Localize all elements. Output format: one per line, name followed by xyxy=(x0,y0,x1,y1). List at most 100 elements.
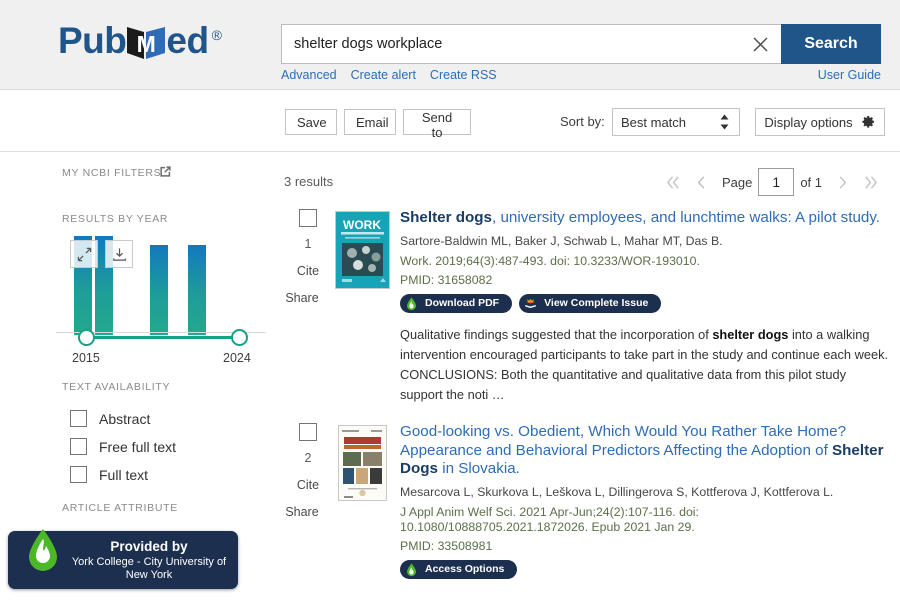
create-alert-link[interactable]: Create alert xyxy=(351,68,416,82)
result-body: Shelter dogs, university employees, and … xyxy=(400,209,890,405)
result-select-column: 2 Cite Share xyxy=(284,423,332,519)
search-bar: Search xyxy=(281,24,881,64)
access-options-button[interactable]: Access Options xyxy=(400,559,518,579)
filter-free-full-text[interactable]: Free full text xyxy=(70,438,176,455)
result-select-column: 1 Cite Share xyxy=(284,209,332,305)
green-drop-icon xyxy=(404,561,419,577)
chart-bar xyxy=(188,245,206,335)
year-range-track xyxy=(84,336,239,339)
close-icon xyxy=(753,37,767,51)
filter-label-free-full-text: Free full text xyxy=(99,438,177,455)
result-authors[interactable]: Sartore-Baldwin ML, Baker J, Schwab L, M… xyxy=(400,234,890,249)
email-button[interactable]: Email xyxy=(344,109,396,135)
result-index: 1 xyxy=(304,237,312,251)
next-page-button[interactable] xyxy=(828,168,856,196)
snippet-part1: Qualitative findings suggested that the … xyxy=(400,326,713,342)
chevron-left-icon xyxy=(698,175,705,189)
my-ncbi-filters-title: MY NCBI FILTERS xyxy=(62,167,162,179)
result-title-pre: Good-looking vs. Obedient, Which Would Y… xyxy=(400,423,847,459)
advanced-link[interactable]: Advanced xyxy=(281,68,337,82)
chart-year-start-label: 2015 xyxy=(72,351,100,365)
provided-by-text: Provided by York College - City Universi… xyxy=(66,539,232,582)
text-availability-title: TEXT AVAILABILITY xyxy=(62,381,171,393)
cite-button[interactable]: Cite xyxy=(284,478,332,492)
cite-button[interactable]: Cite xyxy=(284,264,332,278)
last-page-button[interactable] xyxy=(856,168,884,196)
filter-label-abstract: Abstract xyxy=(99,410,151,427)
year-range-handle-start[interactable] xyxy=(78,329,95,346)
access-options-label: Access Options xyxy=(425,563,505,575)
year-range-handle-end[interactable] xyxy=(231,329,248,346)
result-snippet: Qualitative findings suggested that the … xyxy=(400,325,890,405)
result-pmid: PMID: 33508981 xyxy=(400,538,493,553)
journal-cover-thumbnail[interactable] xyxy=(338,425,387,501)
view-complete-issue-label: View Complete Issue xyxy=(544,297,649,309)
results-by-year-chart[interactable]: 2015 2024 xyxy=(56,233,266,365)
sort-by-label: Sort by: xyxy=(560,114,605,129)
pubmed-logo[interactable]: Pub Med ® xyxy=(58,20,222,61)
article-attribute-title: ARTICLE ATTRIBUTE xyxy=(62,502,178,514)
chart-bar xyxy=(150,245,168,335)
site-header: Pub Med® Search Advanced Create alert Creat… xyxy=(0,0,900,90)
filter-full-text[interactable]: Full text xyxy=(70,466,148,483)
filter-abstract[interactable]: Abstract xyxy=(70,410,150,427)
logo-text-pub: Pub xyxy=(58,20,127,61)
updown-arrows-icon xyxy=(719,114,730,131)
page-number-input[interactable] xyxy=(758,168,795,196)
search-input[interactable] xyxy=(281,24,739,64)
result-checkbox[interactable] xyxy=(299,209,317,227)
chevron-right-icon xyxy=(839,175,846,189)
checkbox-abstract[interactable] xyxy=(70,410,87,427)
result-citation: J Appl Anim Welf Sci. 2021 Apr-Jun;24(2)… xyxy=(400,504,699,534)
results-by-year-title: RESULTS BY YEAR xyxy=(62,213,169,225)
filter-label-full-text: Full text xyxy=(99,466,149,483)
save-button[interactable]: Save xyxy=(285,109,337,135)
create-rss-link[interactable]: Create RSS xyxy=(430,68,497,82)
download-pdf-button[interactable]: Download PDF xyxy=(400,293,513,313)
result-checkbox[interactable] xyxy=(299,423,317,441)
clear-search-button[interactable] xyxy=(739,24,781,64)
send-to-button[interactable]: Send to xyxy=(403,109,471,140)
journal-cover-thumbnail[interactable]: WORK xyxy=(335,211,390,289)
result-title[interactable]: Shelter dogs, university employees, and … xyxy=(400,209,890,228)
provided-by-line2: York College - City University of New Yo… xyxy=(71,556,227,581)
result-body: Good-looking vs. Obedient, Which Would Y… xyxy=(400,423,890,579)
search-button[interactable]: Search xyxy=(781,24,881,64)
expand-icon[interactable] xyxy=(70,240,98,268)
results-count: 3 results xyxy=(284,174,334,189)
share-button[interactable]: Share xyxy=(272,505,332,519)
double-chevron-right-icon xyxy=(864,175,877,189)
share-button[interactable]: Share xyxy=(272,291,332,305)
download-icon[interactable] xyxy=(105,240,133,268)
checkbox-free-full-text[interactable] xyxy=(70,438,87,455)
user-guide-link[interactable]: User Guide xyxy=(818,68,881,82)
header-links: Advanced Create alert Create RSS xyxy=(281,68,511,82)
sort-by-value: Best match xyxy=(621,114,687,130)
logo-text-ed: ed xyxy=(166,20,209,61)
result-action-buttons: Access Options xyxy=(400,559,890,579)
prev-page-button[interactable] xyxy=(688,168,716,196)
view-complete-issue-button[interactable]: View Complete Issue xyxy=(519,293,662,313)
result-title[interactable]: Good-looking vs. Obedient, Which Would Y… xyxy=(400,423,890,479)
page-label: Page xyxy=(721,174,753,190)
sort-by-select[interactable]: Best match xyxy=(612,108,740,136)
display-options-label: Display options xyxy=(764,114,853,130)
chart-year-end-label: 2024 xyxy=(223,351,251,365)
result-pmid: PMID: 31658082 xyxy=(400,272,493,287)
first-page-button[interactable] xyxy=(660,168,688,196)
pagination: Page of 1 xyxy=(660,168,884,196)
result-action-buttons: Download PDF View Complete Issue xyxy=(400,293,890,313)
provided-by-banner[interactable]: Provided by York College - City Universi… xyxy=(8,529,238,589)
external-link-icon[interactable] xyxy=(159,165,172,183)
display-options-button[interactable]: Display options xyxy=(755,108,885,136)
result-authors[interactable]: Mesarcova L, Skurkova L, Leškova L, Dill… xyxy=(400,485,890,500)
svg-text:WORK: WORK xyxy=(343,218,381,232)
snippet-highlight: shelter dogs xyxy=(712,326,789,342)
checkbox-full-text[interactable] xyxy=(70,466,87,483)
double-chevron-left-icon xyxy=(667,175,680,189)
result-citation: Work. 2019;64(3):487-493. doi: 10.3233/W… xyxy=(400,253,700,268)
result-title-post: in Slovakia. xyxy=(437,460,520,477)
provided-by-line1: Provided by xyxy=(110,539,188,554)
green-drop-icon xyxy=(404,295,419,311)
results-panel: 3 results Page of 1 xyxy=(270,152,900,600)
